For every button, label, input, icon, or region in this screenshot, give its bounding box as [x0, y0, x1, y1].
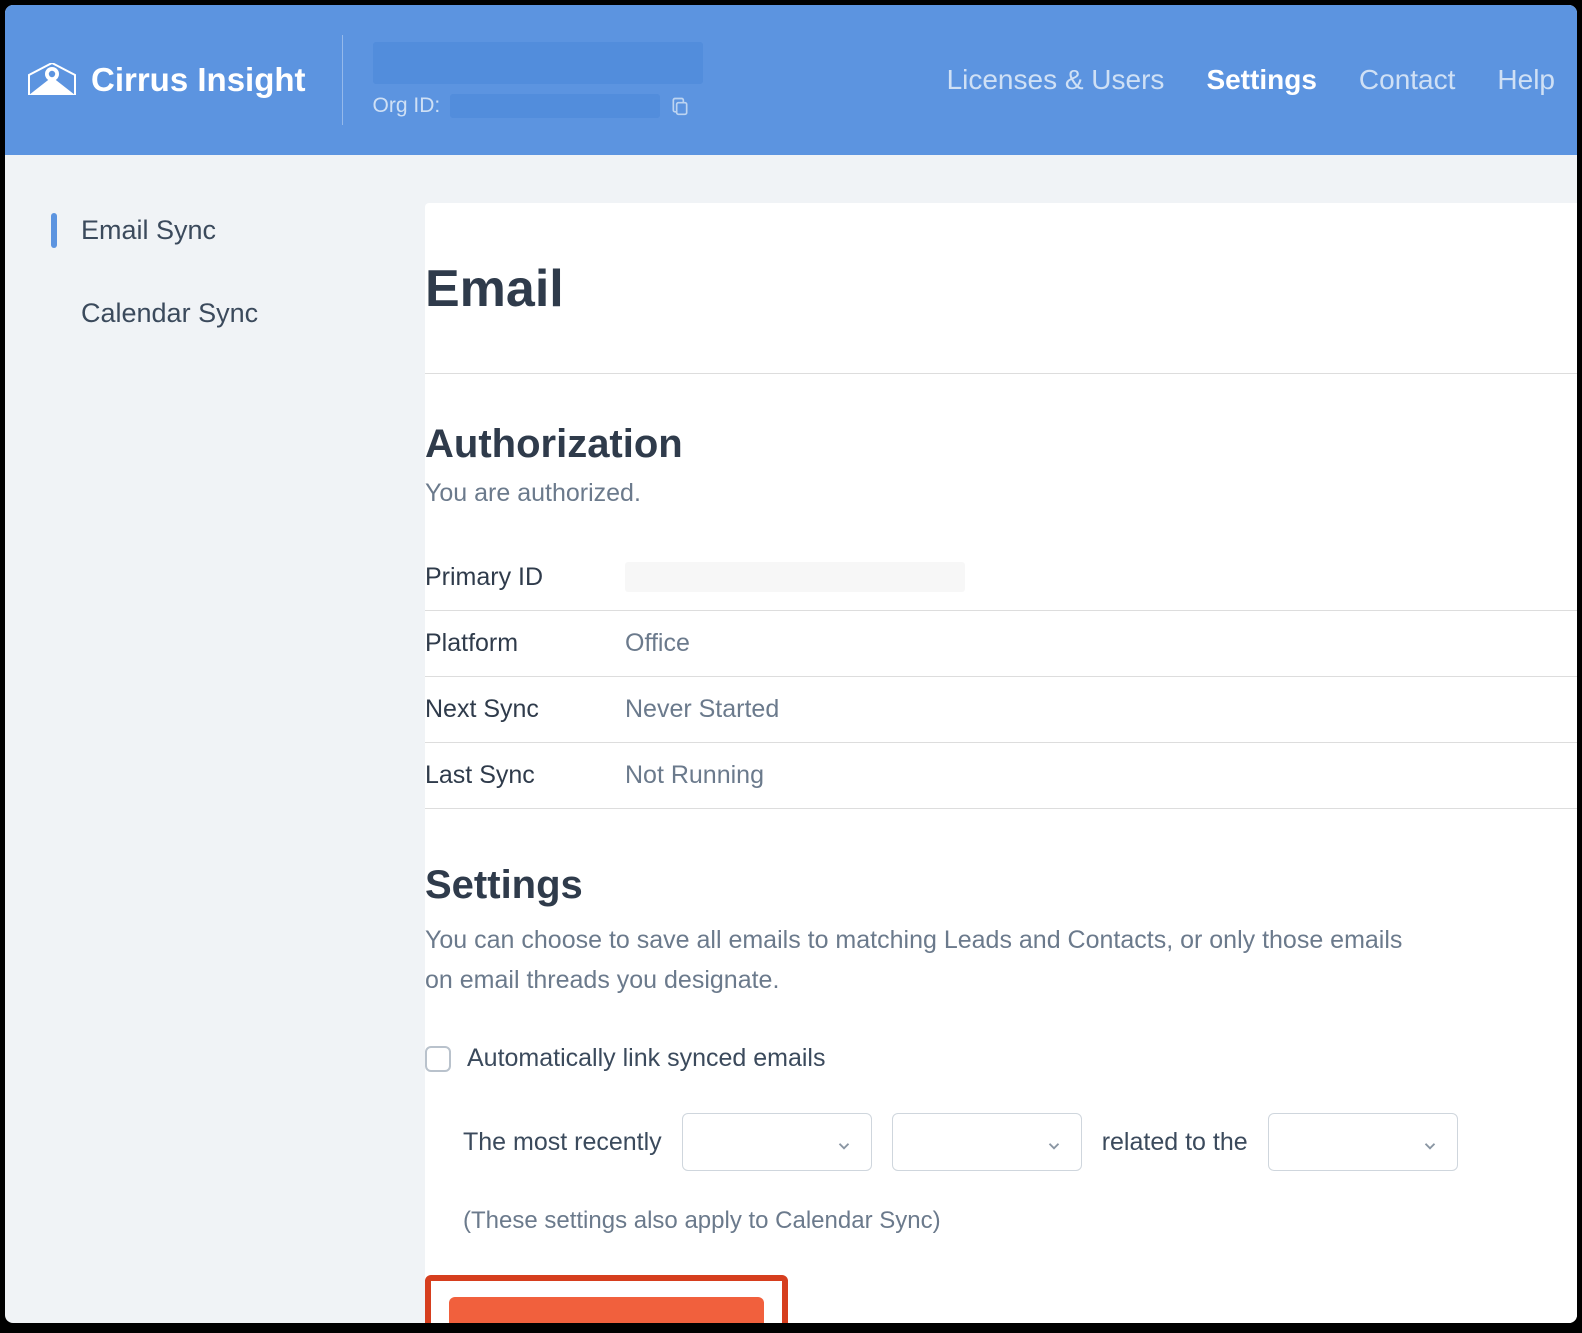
org-name-redacted: [373, 42, 703, 84]
row-last-sync: Last Sync Not Running: [425, 743, 1577, 809]
row-value: Never Started: [625, 695, 779, 724]
row-key: Next Sync: [425, 695, 625, 724]
nav-settings[interactable]: Settings: [1206, 64, 1316, 96]
nav-licenses-users[interactable]: Licenses & Users: [947, 64, 1165, 96]
top-nav: Licenses & Users Settings Contact Help: [947, 64, 1555, 96]
settings-heading: Settings: [425, 863, 1577, 908]
settings-section: Settings You can choose to save all emai…: [425, 863, 1577, 1323]
row-value: Office: [625, 629, 690, 658]
row-key: Primary ID: [425, 563, 625, 592]
auth-heading: Authorization: [425, 422, 1577, 467]
enable-email-sync-button[interactable]: Enable Email Sync: [449, 1297, 764, 1323]
row-primary-id: Primary ID: [425, 544, 1577, 611]
sidebar-item-email-sync[interactable]: Email Sync: [51, 203, 425, 258]
row-next-sync: Next Sync Never Started: [425, 677, 1577, 743]
auto-link-checkbox[interactable]: [425, 1046, 451, 1072]
chevron-down-icon: [1045, 1133, 1063, 1151]
envelope-eye-icon: [27, 63, 77, 97]
copy-icon[interactable]: [670, 96, 690, 116]
sentence-part1: The most recently: [463, 1128, 662, 1157]
row-key: Platform: [425, 629, 625, 658]
select-1[interactable]: [682, 1113, 872, 1171]
brand-block: Cirrus Insight: [27, 61, 306, 99]
sentence-row: The most recently related to the: [463, 1113, 1577, 1171]
row-platform: Platform Office: [425, 611, 1577, 677]
page-title: Email: [425, 259, 1577, 319]
auth-subtext: You are authorized.: [425, 479, 1577, 508]
org-id-redacted: [450, 94, 660, 118]
org-info: Org ID:: [373, 42, 703, 118]
nav-help[interactable]: Help: [1497, 64, 1555, 96]
chevron-down-icon: [1421, 1133, 1439, 1151]
nav-contact[interactable]: Contact: [1359, 64, 1456, 96]
main-panel: Email Authorization You are authorized. …: [425, 203, 1577, 1323]
select-2[interactable]: [892, 1113, 1082, 1171]
row-key: Last Sync: [425, 761, 625, 790]
brand-name: Cirrus Insight: [91, 61, 306, 99]
sidebar-item-label: Calendar Sync: [81, 298, 258, 328]
row-value: Not Running: [625, 761, 764, 790]
sidebar-item-calendar-sync[interactable]: Calendar Sync: [51, 286, 425, 341]
sidebar: Email Sync Calendar Sync: [5, 155, 425, 1323]
settings-note: (These settings also apply to Calendar S…: [463, 1207, 1577, 1235]
select-3[interactable]: [1268, 1113, 1458, 1171]
authorization-section: Authorization You are authorized. Primar…: [425, 422, 1577, 809]
row-value-redacted: [625, 562, 965, 592]
sentence-part2: related to the: [1102, 1128, 1248, 1157]
auto-link-row: Automatically link synced emails: [425, 1044, 1577, 1073]
app-header: Cirrus Insight Org ID: Licenses & Users …: [5, 5, 1577, 155]
settings-description: You can choose to save all emails to mat…: [425, 920, 1425, 1000]
auto-link-label: Automatically link synced emails: [467, 1044, 825, 1073]
chevron-down-icon: [835, 1133, 853, 1151]
sidebar-item-label: Email Sync: [81, 215, 216, 245]
header-divider: [342, 35, 343, 125]
org-id-label: Org ID:: [373, 94, 441, 118]
cta-highlight-box: Enable Email Sync: [425, 1275, 788, 1323]
